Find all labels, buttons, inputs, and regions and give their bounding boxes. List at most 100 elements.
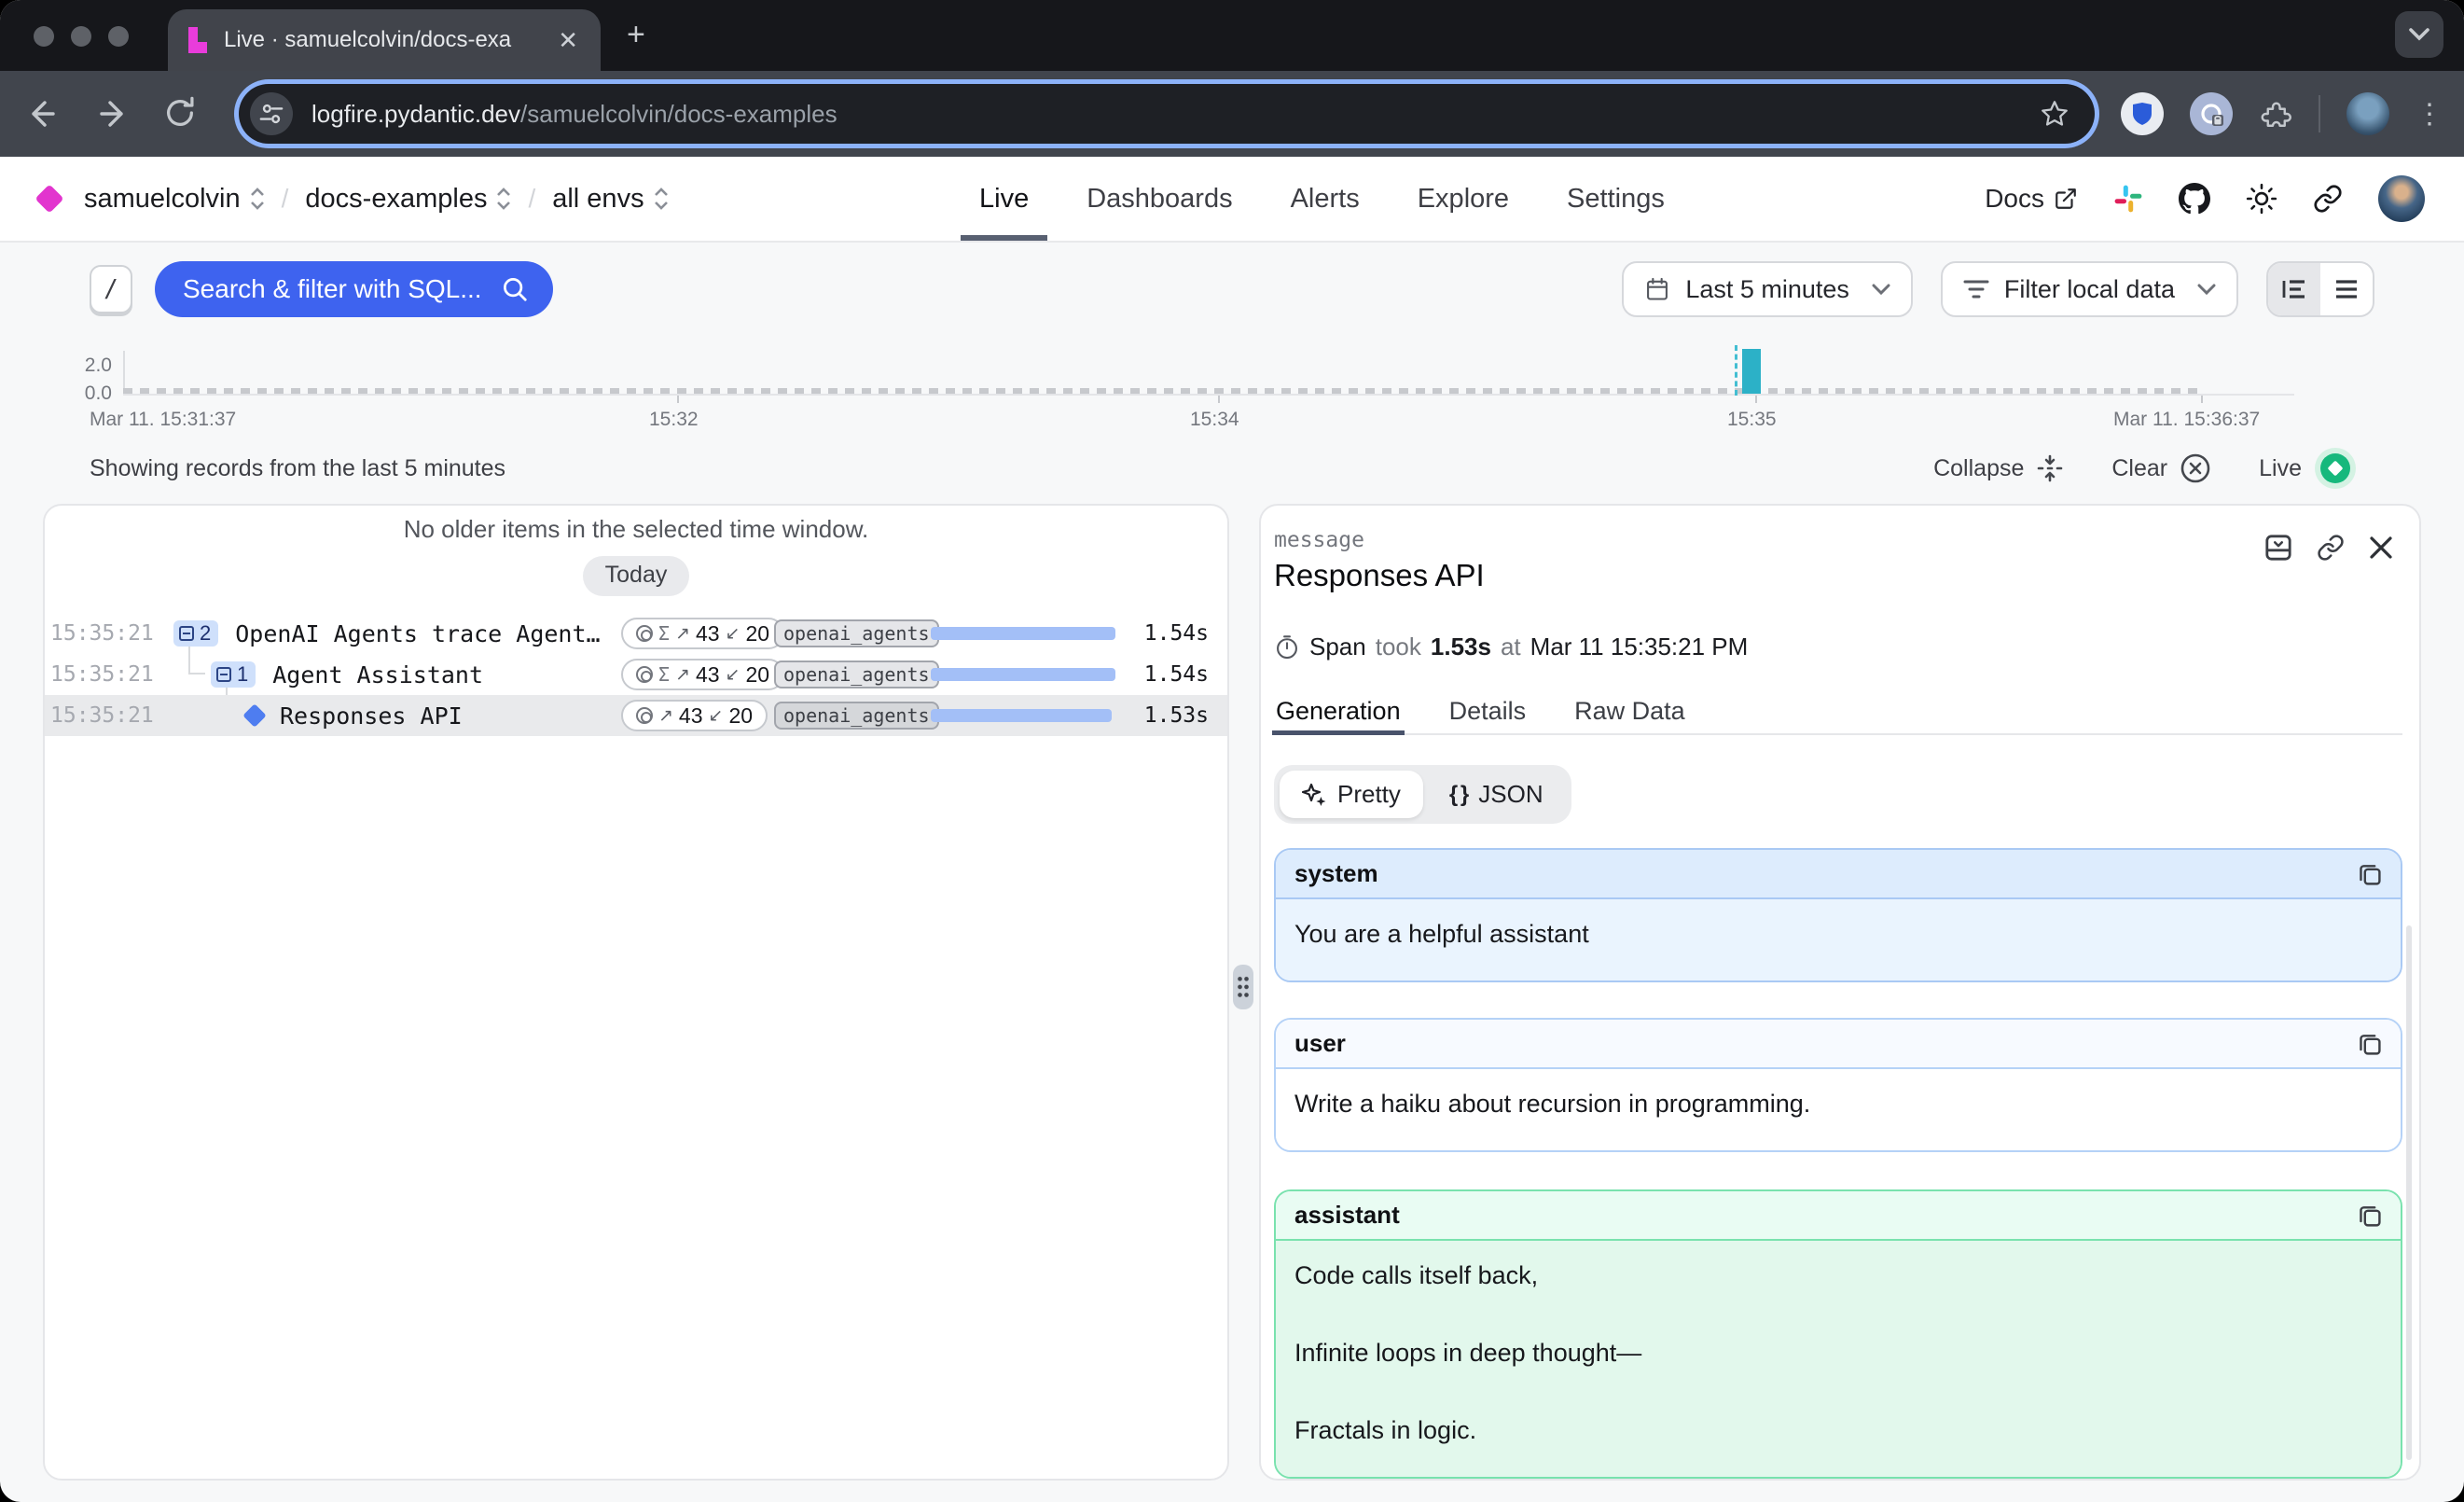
tokens-in-count: 43 (696, 621, 720, 647)
select-chevrons-icon (250, 187, 265, 211)
y-tick-label: 0.0 (56, 382, 112, 405)
panel-resize-handle[interactable] (1233, 965, 1253, 1009)
scrollbar[interactable] (2406, 925, 2412, 1460)
breadcrumb-org[interactable]: samuelcolvin (84, 184, 265, 215)
time-range-dropdown[interactable]: Last 5 minutes (1622, 261, 1913, 317)
collapse-node-chip[interactable]: 2 (173, 620, 218, 647)
braces-icon: { } (1449, 782, 1467, 808)
collapse-button[interactable]: Collapse (1933, 454, 2063, 482)
filter-local-data-dropdown[interactable]: Filter local data (1941, 261, 2238, 317)
browser-tab[interactable]: Live · samuelcolvin/docs-exa ✕ (168, 9, 601, 71)
trace-row[interactable]: 15:35:21 1 Agent Assistant Σ ↗43 ↙20 ope… (45, 654, 1227, 695)
nav-explore[interactable]: Explore (1416, 157, 1511, 241)
minimize-window-button[interactable] (71, 26, 91, 47)
tab-raw-data[interactable]: Raw Data (1574, 697, 1685, 733)
json-toggle[interactable]: { } JSON (1427, 771, 1566, 818)
token-badge: Σ ↗43 ↙20 (621, 618, 784, 649)
breadcrumb-project[interactable]: docs-examples (305, 184, 511, 215)
tab-close-icon[interactable]: ✕ (554, 26, 582, 55)
nav-dashboards[interactable]: Dashboards (1085, 157, 1234, 241)
user-avatar[interactable] (2378, 175, 2425, 222)
reload-button[interactable] (162, 95, 200, 132)
live-indicator-icon (2315, 448, 2356, 489)
select-chevrons-icon (654, 187, 669, 211)
onepassword-extension-icon[interactable] (2190, 92, 2233, 135)
close-panel-icon[interactable] (2369, 535, 2393, 560)
main-nav: Live Dashboards Alerts Explore Settings (977, 157, 1667, 241)
window-controls[interactable] (34, 26, 129, 47)
close-window-button[interactable] (34, 26, 54, 47)
theme-sun-icon[interactable] (2246, 183, 2277, 215)
nav-live[interactable]: Live (977, 157, 1031, 241)
selection-line (1735, 345, 1737, 396)
tree-view-toggle[interactable] (2268, 263, 2320, 315)
scope-tag: openai_agents (774, 661, 939, 688)
token-badge: ↗43 ↙20 (621, 700, 768, 731)
pretty-toggle[interactable]: Pretty (1280, 771, 1423, 818)
x-tick (1218, 396, 1220, 403)
dock-panel-icon[interactable] (2264, 534, 2292, 562)
bitwarden-extension-icon[interactable] (2121, 92, 2164, 135)
breadcrumb-env[interactable]: all envs (552, 184, 668, 215)
address-bar[interactable]: logfire.pydantic.dev/samuelcolvin/docs-e… (239, 84, 2095, 144)
status-row: Showing records from the last 5 minutes … (0, 438, 2464, 487)
back-button[interactable] (24, 95, 62, 132)
clear-circle-x-icon (2180, 453, 2210, 483)
nav-settings[interactable]: Settings (1565, 157, 1667, 241)
new-tab-button[interactable]: + (627, 17, 645, 53)
x-tick-label: 15:32 (649, 409, 699, 431)
row-timestamp: 15:35:21 (50, 703, 147, 728)
stopwatch-icon (1274, 634, 1300, 661)
maximize-window-button[interactable] (108, 26, 129, 47)
tab-generation[interactable]: Generation (1276, 697, 1401, 733)
message-role: assistant (1294, 1201, 1400, 1230)
tab-details[interactable]: Details (1449, 697, 1527, 733)
duration-bar (931, 627, 1115, 640)
docs-link[interactable]: Docs (1985, 184, 2078, 214)
trace-row[interactable]: 15:35:21 2 OpenAI Agents trace Agent… Σ … (45, 613, 1227, 654)
header-actions: Docs (1985, 175, 2425, 222)
url-text[interactable]: logfire.pydantic.dev/samuelcolvin/docs-e… (311, 100, 2020, 129)
row-timestamp: 15:35:21 (50, 662, 147, 687)
x-tick-label: Mar 11. 15:31:37 (90, 409, 236, 431)
span-diamond-icon (242, 703, 266, 727)
search-filter-button[interactable]: Search & filter with SQL... (155, 261, 553, 317)
tokens-out-count: 20 (728, 703, 753, 729)
x-tick (2201, 396, 2203, 403)
slack-icon[interactable] (2113, 184, 2143, 214)
tab-search-chevron-icon[interactable] (2395, 11, 2443, 58)
extensions-puzzle-icon[interactable] (2259, 97, 2292, 131)
token-coin-icon (636, 625, 653, 642)
github-icon[interactable] (2179, 183, 2210, 215)
collapse-node-icon (216, 667, 231, 682)
collapse-node-chip[interactable]: 1 (211, 661, 256, 688)
span-name: OpenAI Agents trace Agent… (235, 620, 600, 647)
flat-view-toggle[interactable] (2320, 263, 2373, 315)
nav-alerts[interactable]: Alerts (1289, 157, 1362, 241)
histogram-bar[interactable] (1742, 349, 1761, 394)
copy-icon[interactable] (2358, 862, 2382, 886)
activity-timeline-chart[interactable]: 2.0 0.0 Mar 11. 15:31:37 15:32 15:34 15:… (0, 336, 2464, 438)
tab-title: Live · samuelcolvin/docs-exa (224, 27, 539, 53)
copy-icon[interactable] (2358, 1032, 2382, 1056)
x-axis (123, 394, 2294, 396)
row-duration: 1.54s (1144, 621, 1209, 646)
live-toggle[interactable]: Live (2259, 448, 2356, 489)
pretty-json-toggle: Pretty { } JSON (1274, 765, 1571, 824)
copy-link-icon[interactable] (2317, 534, 2345, 562)
clear-button[interactable]: Clear (2111, 453, 2210, 483)
browser-toolbar: logfire.pydantic.dev/samuelcolvin/docs-e… (0, 71, 2464, 157)
logfire-logo-icon[interactable] (35, 184, 63, 213)
copy-icon[interactable] (2358, 1203, 2382, 1228)
forward-button[interactable] (93, 95, 131, 132)
trace-list-panel: No older items in the selected time wind… (43, 504, 1229, 1481)
message-role: system (1294, 859, 1378, 888)
bookmark-star-icon[interactable] (2039, 98, 2070, 130)
trace-row-selected[interactable]: 15:35:21 Responses API ↗43 ↙20 openai_ag… (45, 695, 1227, 736)
row-duration: 1.54s (1144, 662, 1209, 687)
browser-menu-icon[interactable]: ⋮ (2416, 98, 2427, 131)
browser-profile-avatar[interactable] (2346, 92, 2389, 135)
tokens-out-icon: ↙ (726, 664, 741, 685)
share-link-icon[interactable] (2313, 184, 2343, 214)
site-settings-icon[interactable] (250, 92, 293, 135)
